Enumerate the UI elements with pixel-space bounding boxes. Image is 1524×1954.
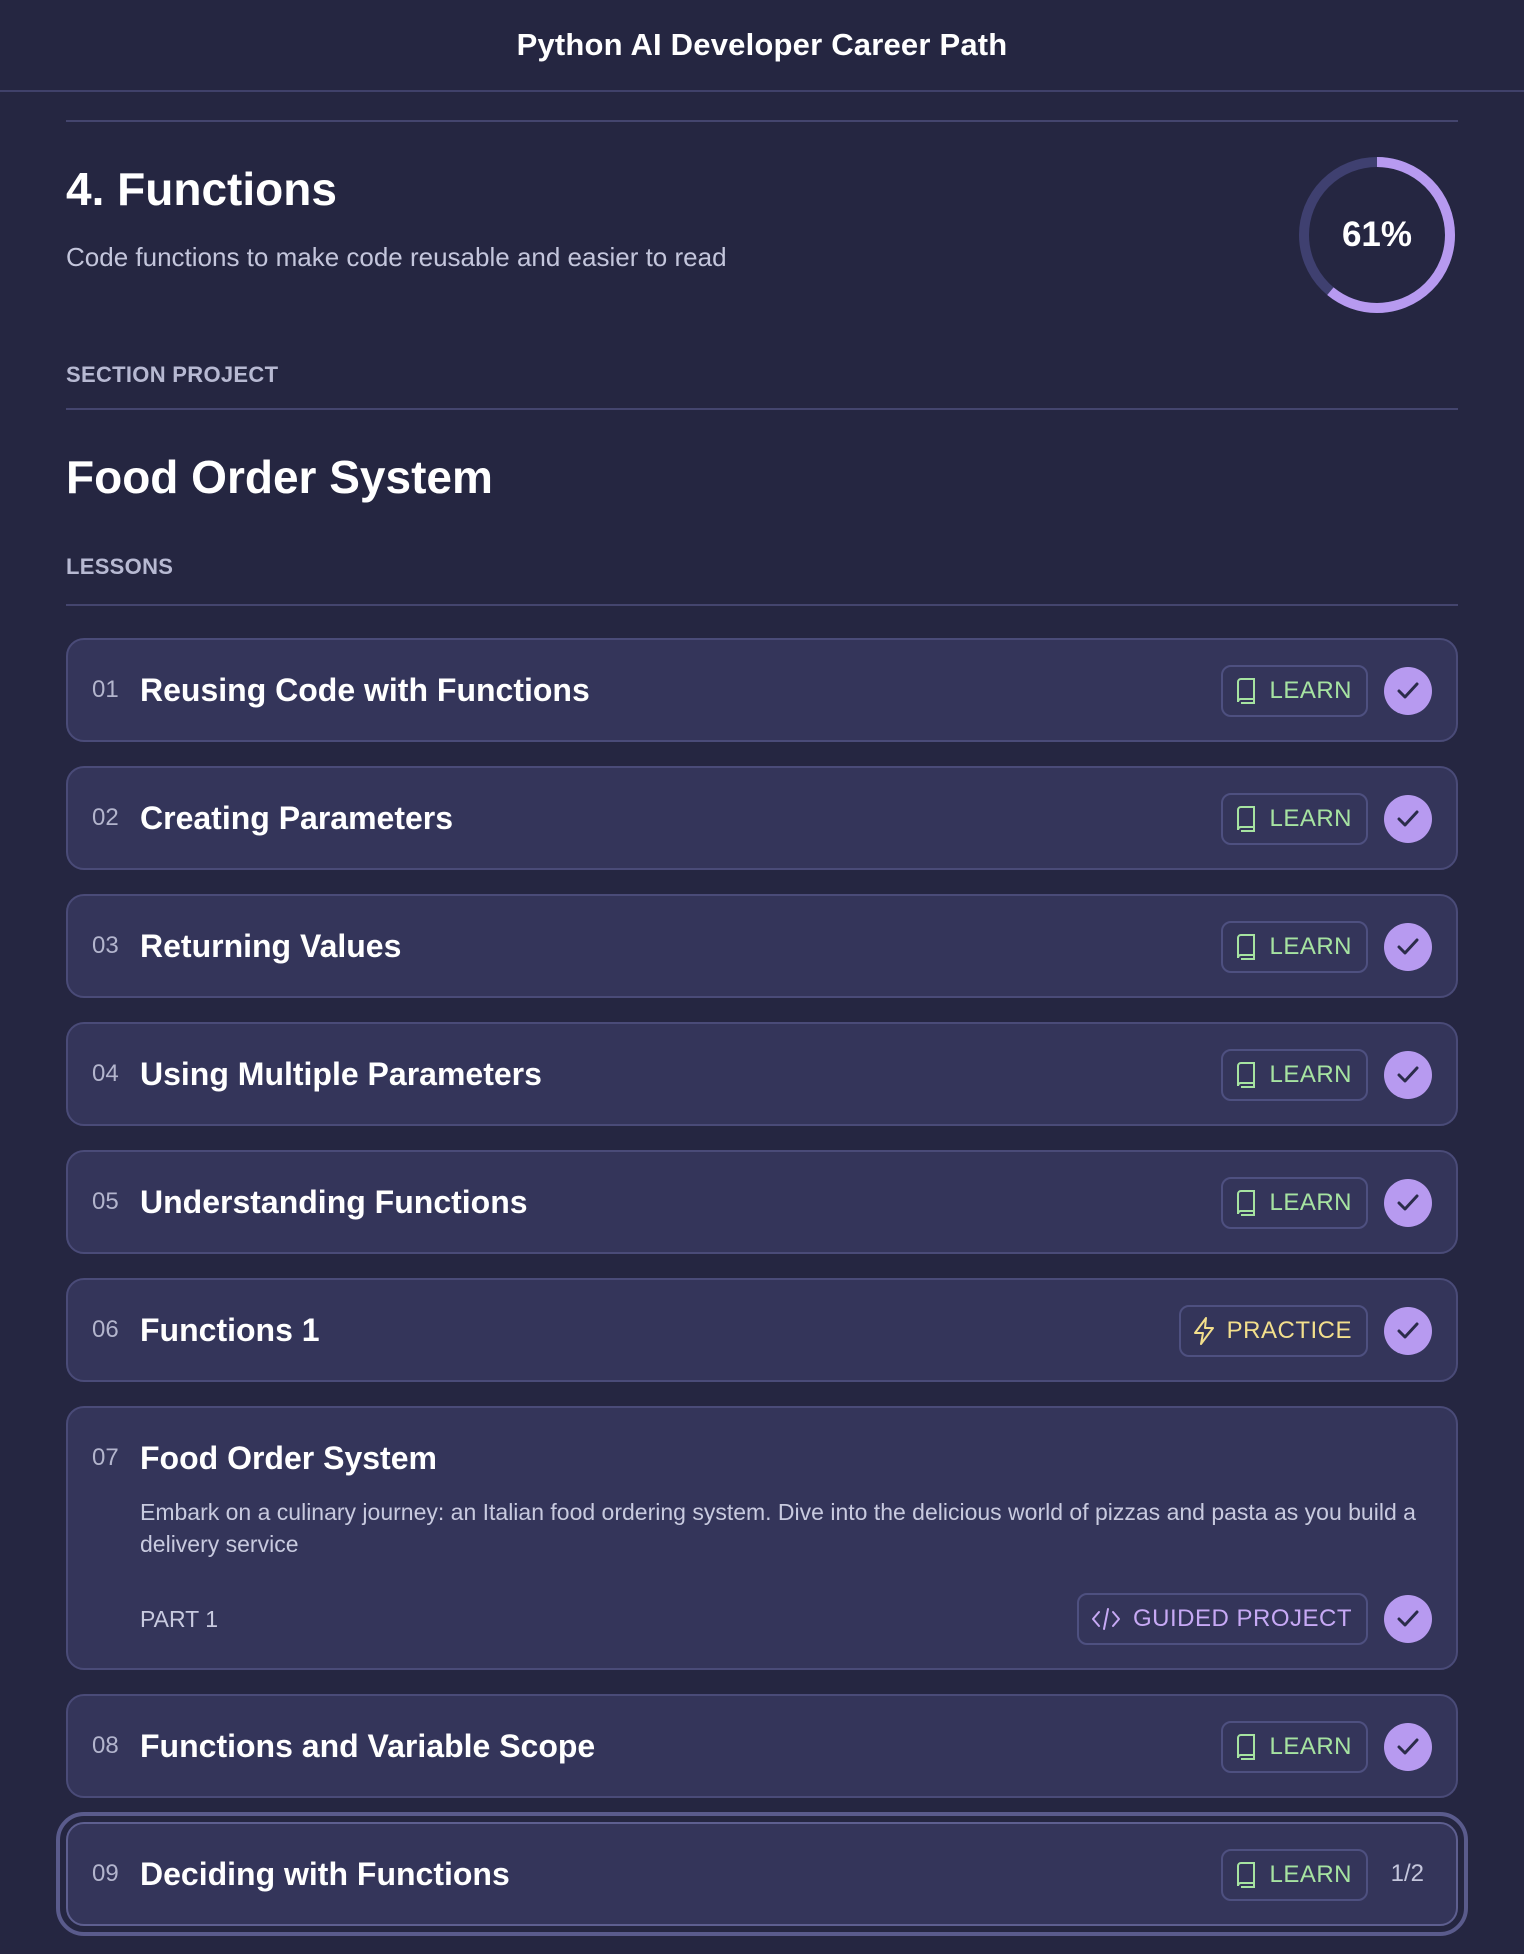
- lesson-type-badge[interactable]: LEARN: [1221, 1721, 1368, 1773]
- lesson-type-badge[interactable]: LEARN: [1221, 1177, 1368, 1229]
- badge-label: PRACTICE: [1226, 1317, 1352, 1344]
- lesson-type-badge[interactable]: LEARN: [1221, 1849, 1368, 1901]
- lesson-title[interactable]: Food Order System: [140, 1440, 437, 1477]
- badge-label: GUIDED PROJECT: [1132, 1605, 1352, 1632]
- lesson-number: 01: [92, 676, 119, 703]
- lesson-card-05[interactable]: 05 Understanding Functions LEARN: [66, 1150, 1458, 1254]
- book-icon: [1235, 934, 1257, 960]
- lesson-number: 08: [92, 1732, 119, 1759]
- lesson-number: 07: [92, 1444, 119, 1471]
- lesson-type-badge[interactable]: GUIDED PROJECT: [1076, 1593, 1368, 1645]
- part-label: PART 1: [140, 1606, 218, 1632]
- lesson-list: 01 Reusing Code with Functions LEARN 02 Crea…: [56, 638, 1468, 1936]
- lesson-type-badge[interactable]: LEARN: [1221, 1049, 1368, 1101]
- book-icon: [1235, 806, 1257, 832]
- completed-check-icon: [1384, 1307, 1432, 1355]
- divider: [66, 604, 1458, 606]
- lesson-number: 09: [92, 1860, 119, 1887]
- lesson-title[interactable]: Deciding with Functions: [140, 1856, 510, 1893]
- lightning-icon: [1193, 1317, 1215, 1345]
- lesson-number: 04: [92, 1060, 119, 1087]
- lesson-title[interactable]: Functions and Variable Scope: [140, 1728, 595, 1765]
- book-icon: [1235, 1734, 1257, 1760]
- lesson-title[interactable]: Reusing Code with Functions: [140, 672, 590, 709]
- lessons-label: LESSONS: [66, 554, 174, 579]
- project-title: Food Order System: [66, 451, 493, 503]
- lesson-number: 02: [92, 804, 119, 831]
- section-header: 4. Functions Code functions to make code…: [66, 122, 1458, 408]
- badge-label: LEARN: [1269, 677, 1352, 704]
- completed-check-icon: [1384, 1595, 1432, 1643]
- lesson-card-02[interactable]: 02 Creating Parameters LEARN: [66, 766, 1458, 870]
- top-bar: Python AI Developer Career Path: [0, 0, 1524, 92]
- badge-label: LEARN: [1269, 1189, 1352, 1216]
- lesson-card-08[interactable]: 08 Functions and Variable Scope LEARN: [66, 1694, 1458, 1798]
- badge-label: LEARN: [1269, 1861, 1352, 1888]
- completed-check-icon: [1384, 1051, 1432, 1099]
- book-icon: [1235, 1862, 1257, 1888]
- section-subtitle: Code functions to make code reusable and…: [66, 242, 727, 272]
- section-progress-ring: 61%: [1296, 154, 1458, 316]
- lesson-type-badge[interactable]: PRACTICE: [1178, 1305, 1368, 1357]
- completed-check-icon: [1384, 1723, 1432, 1771]
- badge-label: LEARN: [1269, 1061, 1352, 1088]
- main-content: 4. Functions Code functions to make code…: [0, 120, 1524, 1936]
- lesson-card-07[interactable]: 07 Food Order System Embark on a culinary …: [66, 1406, 1458, 1670]
- section-project-label: SECTION PROJECT: [66, 362, 279, 387]
- lesson-progress-count: 1/2: [1390, 1860, 1424, 1887]
- book-icon: [1235, 678, 1257, 704]
- book-icon: [1235, 1062, 1257, 1088]
- lesson-number: 03: [92, 932, 119, 959]
- section-title: 4. Functions: [66, 163, 337, 215]
- completed-check-icon: [1384, 923, 1432, 971]
- badge-label: LEARN: [1269, 933, 1352, 960]
- lesson-title[interactable]: Creating Parameters: [140, 800, 453, 837]
- code-icon: [1091, 1607, 1121, 1631]
- lesson-card-09[interactable]: 09 Deciding with Functions LEARN 1/2: [56, 1812, 1468, 1936]
- progress-percent: 61%: [1341, 215, 1413, 254]
- badge-label: LEARN: [1269, 805, 1352, 832]
- lesson-title[interactable]: Understanding Functions: [140, 1184, 528, 1221]
- divider: [66, 408, 1458, 410]
- lesson-type-badge[interactable]: LEARN: [1221, 793, 1368, 845]
- lesson-card-04[interactable]: 04 Using Multiple Parameters LEARN: [66, 1022, 1458, 1126]
- completed-check-icon: [1384, 1179, 1432, 1227]
- career-path-title: Python AI Developer Career Path: [516, 27, 1008, 62]
- completed-check-icon: [1384, 795, 1432, 843]
- lesson-card-01[interactable]: 01 Reusing Code with Functions LEARN: [66, 638, 1458, 742]
- lesson-number: 06: [92, 1316, 119, 1343]
- lesson-card-03[interactable]: 03 Returning Values LEARN: [66, 894, 1458, 998]
- lesson-type-badge[interactable]: LEARN: [1221, 921, 1368, 973]
- completed-check-icon: [1384, 667, 1432, 715]
- book-icon: [1235, 1190, 1257, 1216]
- lesson-number: 05: [92, 1188, 119, 1215]
- lesson-title[interactable]: Functions 1: [140, 1312, 320, 1349]
- lesson-type-badge[interactable]: LEARN: [1221, 665, 1368, 717]
- badge-label: LEARN: [1269, 1733, 1352, 1760]
- lesson-card-06[interactable]: 06 Functions 1 PRACTICE: [66, 1278, 1458, 1382]
- lesson-description: Embark on a culinary journey: an Italian…: [140, 1499, 1416, 1557]
- lesson-title[interactable]: Using Multiple Parameters: [140, 1056, 542, 1093]
- lesson-title[interactable]: Returning Values: [140, 928, 401, 965]
